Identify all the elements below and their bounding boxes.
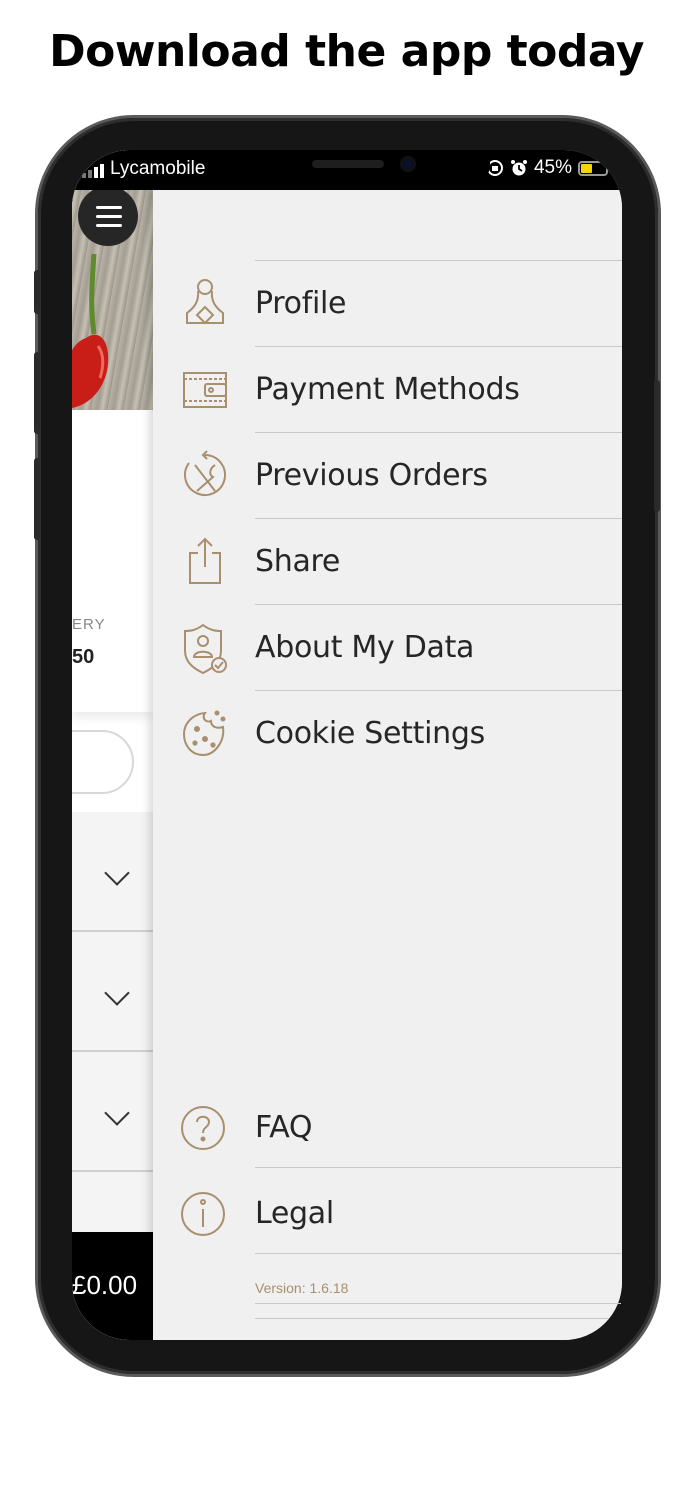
chevron-down-icon	[104, 1100, 130, 1126]
battery-percent: 45%	[533, 157, 572, 178]
volume-down-button	[34, 458, 40, 540]
menu-item-previous-orders[interactable]: Previous Orders	[153, 434, 622, 520]
menu-item-profile[interactable]: Profile	[153, 262, 622, 348]
wallet-icon	[183, 372, 227, 408]
menu-item-label: About My Data	[255, 630, 475, 665]
accordion-row[interactable]	[72, 932, 153, 1052]
side-button	[34, 270, 40, 314]
basket-bar[interactable]: £0.00	[72, 1232, 153, 1340]
accordion-list	[72, 812, 153, 1232]
menu-item-label: Profile	[255, 286, 347, 321]
version-label: Version: 1.6.18	[255, 1280, 349, 1296]
front-camera	[400, 156, 416, 172]
divider	[255, 518, 622, 519]
menu-item-cookie-settings[interactable]: Cookie Settings	[153, 692, 622, 778]
delivery-value: 50	[72, 646, 95, 668]
speaker	[312, 160, 384, 168]
delivery-label: ERY	[72, 616, 106, 633]
menu-item-about-my-data[interactable]: About My Data	[153, 606, 622, 692]
menu-item-label: Previous Orders	[255, 458, 488, 493]
divider	[255, 432, 622, 433]
info-icon	[181, 1192, 225, 1236]
notch	[212, 150, 490, 190]
menu-item-label: FAQ	[255, 1110, 313, 1145]
accordion-row[interactable]	[72, 812, 153, 932]
cookie-icon	[182, 710, 226, 757]
chevron-down-icon	[104, 980, 130, 1006]
menu-item-label: Legal	[255, 1196, 334, 1231]
menu-item-label: Cookie Settings	[255, 716, 485, 751]
volume-up-button	[34, 352, 40, 434]
menu-item-label: Share	[255, 544, 341, 579]
screen: Lycamobile 45% ERY 50 £0.00 Profile Paym…	[72, 150, 622, 1340]
battery-icon	[578, 160, 611, 176]
signal-icon	[82, 164, 104, 178]
menu-item-legal[interactable]: Legal	[153, 1172, 622, 1258]
power-button	[654, 380, 660, 512]
headline: Download the app today	[49, 26, 644, 77]
accordion-row[interactable]	[72, 1052, 153, 1172]
divider	[255, 260, 622, 261]
share-icon	[189, 537, 221, 584]
divider	[255, 1318, 622, 1319]
divider	[255, 690, 622, 691]
hamburger-menu-icon[interactable]	[78, 186, 138, 246]
background-app: ERY 50 £0.00	[72, 150, 153, 1340]
divider	[255, 1167, 621, 1168]
profile-icon	[186, 279, 224, 325]
divider	[255, 346, 622, 347]
data-shield-icon	[184, 623, 227, 675]
previous-orders-icon	[184, 450, 226, 496]
alarm-icon	[510, 160, 527, 176]
basket-total: £0.00	[72, 1270, 138, 1300]
menu-item-label: Payment Methods	[255, 372, 520, 407]
carrier-name: Lycamobile	[110, 158, 206, 179]
chili-image	[72, 254, 109, 408]
menu-item-payment-methods[interactable]: Payment Methods	[153, 348, 622, 434]
divider	[255, 1303, 621, 1304]
search-pill[interactable]	[72, 730, 134, 794]
chevron-down-icon	[104, 860, 130, 886]
menu-item-faq[interactable]: FAQ	[153, 1086, 622, 1172]
divider	[255, 1253, 621, 1254]
menu-item-share[interactable]: Share	[153, 520, 622, 606]
divider	[255, 604, 622, 605]
question-icon	[181, 1106, 225, 1150]
